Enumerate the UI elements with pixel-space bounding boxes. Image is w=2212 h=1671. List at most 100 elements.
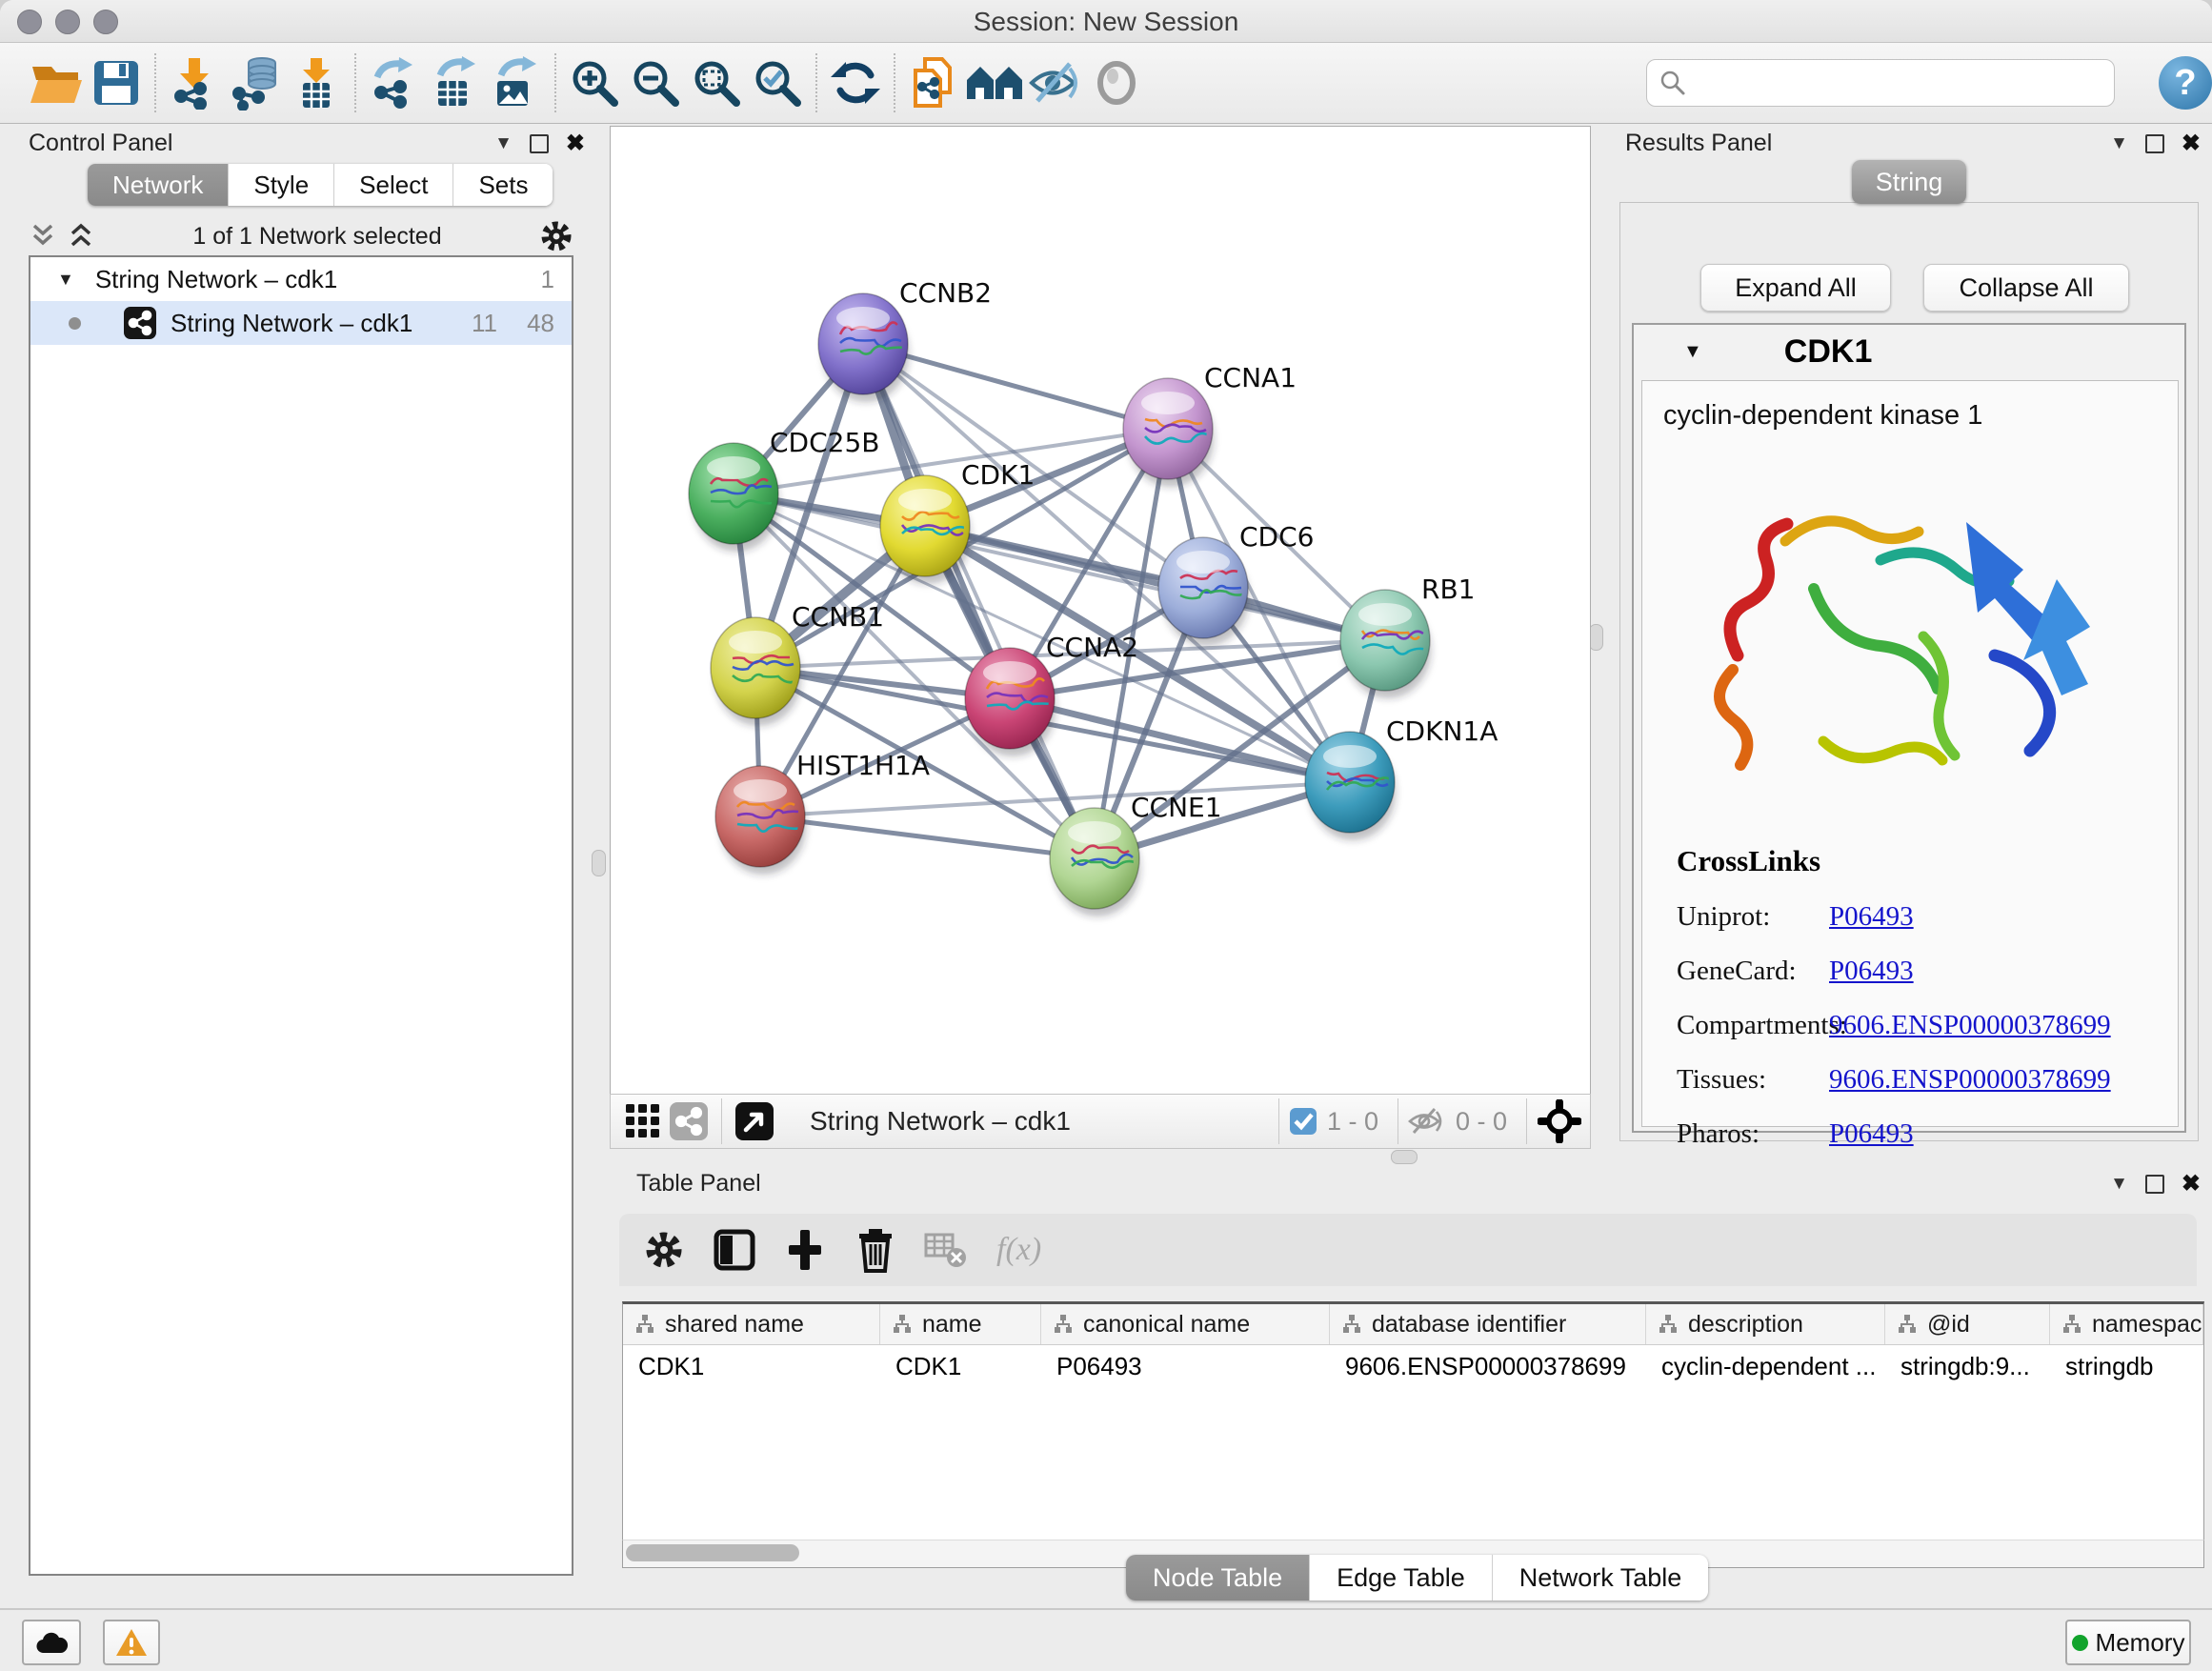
table-cell[interactable]: CDK1 [623,1352,880,1381]
collapse-all-button[interactable]: Collapse All [1923,264,2129,312]
network-edge[interactable] [760,816,1095,858]
network-overview-icon[interactable] [666,1098,712,1144]
crosslink-label: Tissues: [1677,1064,1829,1096]
birdseye-navigator-icon[interactable] [1537,1098,1582,1144]
zoom-in-icon[interactable] [564,52,625,113]
gene-name: CDK1 [1784,333,1873,371]
panel-menu-icon[interactable]: ▼ [2110,133,2128,154]
open-session-icon[interactable] [25,52,86,113]
network-node-CDC6[interactable]: CDC6 [1158,521,1314,646]
selected-count: 1 - 0 [1327,1107,1378,1137]
panel-close-icon[interactable]: ✖ [2182,1170,2201,1198]
panel-close-icon[interactable]: ✖ [2182,130,2201,157]
crosslink-label: Compartments: [1677,1010,1829,1041]
table-cell[interactable]: 9606.ENSP00000378699 [1330,1352,1646,1381]
tab-edge-table[interactable]: Edge Table [1310,1555,1493,1601]
table-options-gear-icon[interactable] [636,1222,692,1278]
bottom-divider-handle[interactable] [1391,1150,1418,1164]
network-node-count: 11 [472,309,497,338]
column-header[interactable]: description [1646,1304,1885,1344]
network-row-selected[interactable]: String Network – cdk1 11 48 [30,301,572,345]
tab-node-table[interactable]: Node Table [1126,1555,1310,1601]
panel-close-icon[interactable]: ✖ [566,130,585,157]
tab-string[interactable]: String [1852,160,1966,204]
network-edge[interactable] [863,344,1095,858]
table-cell[interactable]: stringdb:9... [1885,1352,2050,1381]
search-input[interactable] [1687,68,2091,99]
panel-float-icon[interactable] [2145,134,2164,153]
table-cell[interactable]: stringdb [2050,1352,2203,1381]
collapse-all-icon[interactable] [29,222,57,251]
zoom-selected-icon[interactable] [747,52,808,113]
cloud-status-button[interactable] [22,1620,81,1665]
zoom-fit-icon[interactable] [686,52,747,113]
export-image-icon[interactable] [486,52,547,113]
group-nodes-icon[interactable] [964,52,1025,113]
crosslink-value[interactable]: P06493 [1829,901,1914,933]
column-header[interactable]: shared name [623,1304,880,1344]
expand-all-icon[interactable] [67,222,95,251]
network-canvas[interactable]: CCNB2CCNA1CDC25BCDK1CDC6RB1CCNB1CCNA2CDK… [610,126,1591,1096]
import-table-file-icon[interactable] [286,52,347,113]
gene-collapse-icon[interactable]: ▼ [1683,341,1702,363]
network-node-CCNE1[interactable]: CCNE1 [1050,792,1222,916]
expand-all-button[interactable]: Expand All [1700,264,1891,312]
selected-checkbox-icon[interactable] [1289,1107,1317,1136]
memory-button[interactable]: Memory [2065,1620,2191,1665]
function-builder-icon: f(x) [996,1232,1041,1268]
export-table-icon[interactable] [425,52,486,113]
detach-view-icon[interactable] [732,1098,777,1144]
left-divider-handle[interactable] [592,850,606,876]
clone-network-icon[interactable] [903,52,964,113]
network-node-CDKN1A[interactable]: CDKN1A [1305,715,1498,840]
node-label: CCNA1 [1204,362,1297,393]
column-type-icon [634,1314,655,1335]
zoom-out-icon[interactable] [625,52,686,113]
refresh-view-icon[interactable] [825,52,886,113]
tab-sets[interactable]: Sets [453,164,553,206]
help-button[interactable]: ? [2159,56,2212,110]
crosslink-label: Uniprot: [1677,901,1829,933]
import-network-database-icon[interactable] [225,52,286,113]
grid-view-icon[interactable] [620,1098,666,1144]
crosslink-value[interactable]: 9606.ENSP00000378699 [1829,1064,2111,1096]
column-header[interactable]: @id [1885,1304,2050,1344]
right-divider-handle[interactable] [1589,624,1603,651]
hide-selected-icon[interactable] [1025,52,1086,113]
search-box [1646,59,2115,107]
network-collection-row[interactable]: ▼ String Network – cdk1 1 [30,257,572,301]
tab-select[interactable]: Select [334,164,453,206]
crosslink-value[interactable]: P06493 [1829,1118,1914,1150]
import-network-file-icon[interactable] [164,52,225,113]
column-header[interactable]: canonical name [1041,1304,1330,1344]
panel-menu-icon[interactable]: ▼ [2110,1174,2128,1195]
warnings-button[interactable] [103,1620,160,1665]
panel-float-icon[interactable] [2145,1175,2164,1194]
crosslink-value[interactable]: 9606.ENSP00000378699 [1829,1010,2111,1041]
export-network-icon[interactable] [364,52,425,113]
network-node-RB1[interactable]: RB1 [1340,574,1475,698]
network-options-gear-icon[interactable] [539,219,573,253]
tab-style[interactable]: Style [229,164,334,206]
show-columns-icon[interactable] [707,1222,762,1278]
save-session-icon[interactable] [86,52,147,113]
delete-column-icon[interactable] [848,1222,903,1278]
panel-menu-icon[interactable]: ▼ [494,133,513,154]
search-icon [1659,69,1687,97]
collection-expand-icon[interactable]: ▼ [57,270,74,290]
column-header[interactable]: namespace [2050,1304,2203,1344]
protein-structure-image [1680,455,2138,827]
table-cell[interactable]: P06493 [1041,1352,1330,1381]
scrollbar-thumb[interactable] [626,1544,799,1561]
table-cell[interactable]: CDK1 [880,1352,1041,1381]
crosslink-value[interactable]: P06493 [1829,956,1914,987]
column-header[interactable]: name [880,1304,1041,1344]
table-cell[interactable]: cyclin-dependent ... [1646,1352,1885,1381]
show-all-icon[interactable] [1086,52,1147,113]
tab-network-table[interactable]: Network Table [1493,1555,1709,1601]
column-header[interactable]: database identifier [1330,1304,1646,1344]
crosslink-row: Pharos:P06493 [1677,1118,2111,1150]
tab-network[interactable]: Network [88,164,229,206]
panel-float-icon[interactable] [530,134,549,153]
add-column-icon[interactable] [777,1222,833,1278]
